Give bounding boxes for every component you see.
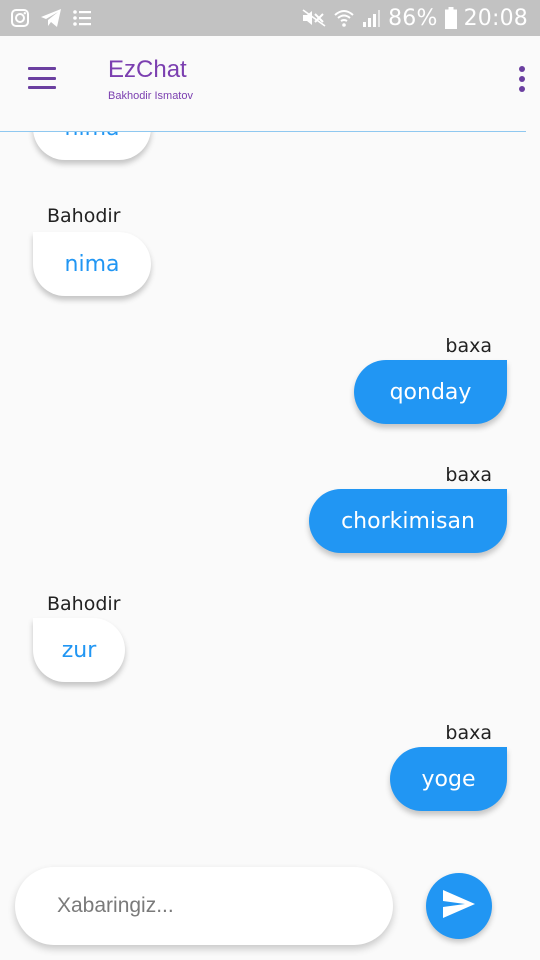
- app-subtitle: Bakhodir Ismatov: [108, 90, 193, 102]
- status-bar-left: [10, 8, 92, 28]
- clock: 20:08: [463, 5, 528, 31]
- chat-message-list[interactable]: nima Bahodir nima baxa qonday baxa chork…: [0, 132, 540, 850]
- message-text: zur: [61, 637, 97, 663]
- list-icon: [72, 8, 92, 28]
- message-bubble-incoming: nima: [33, 132, 151, 160]
- message-sender: baxa: [445, 722, 492, 744]
- status-bar: 86% 20:08: [0, 0, 540, 36]
- message-bubble-outgoing: qonday: [354, 360, 507, 424]
- hamburger-menu-icon[interactable]: [28, 67, 56, 89]
- message-text: yoge: [421, 766, 476, 792]
- wifi-icon: [334, 8, 354, 28]
- send-icon: [442, 889, 476, 923]
- telegram-icon: [40, 8, 62, 28]
- message-input[interactable]: [57, 894, 367, 918]
- message-text: qonday: [389, 379, 472, 405]
- message-input-container[interactable]: [15, 867, 393, 945]
- status-bar-right: 86% 20:08: [301, 6, 528, 31]
- battery-icon: [444, 7, 457, 29]
- instagram-icon: [10, 8, 30, 28]
- message-sender: Bahodir: [47, 205, 121, 227]
- message-bubble-outgoing: yoge: [390, 747, 507, 811]
- app-title: EzChat: [108, 56, 187, 83]
- message-bubble-incoming: nima: [33, 232, 151, 296]
- battery-percent: 86%: [388, 5, 438, 31]
- message-text: nima: [64, 251, 120, 277]
- message-sender: Bahodir: [47, 593, 121, 615]
- message-bubble-outgoing: chorkimisan: [309, 489, 507, 553]
- message-sender: baxa: [445, 464, 492, 486]
- signal-icon: [361, 8, 381, 28]
- message-sender: baxa: [445, 335, 492, 357]
- app-bar: EzChat Bakhodir Ismatov: [0, 36, 540, 132]
- more-vert-icon[interactable]: [516, 66, 528, 92]
- send-button[interactable]: [426, 873, 492, 939]
- message-bubble-incoming: zur: [33, 618, 125, 682]
- mute-icon: [301, 8, 327, 28]
- message-text: nima: [65, 132, 120, 141]
- message-text: chorkimisan: [341, 508, 475, 534]
